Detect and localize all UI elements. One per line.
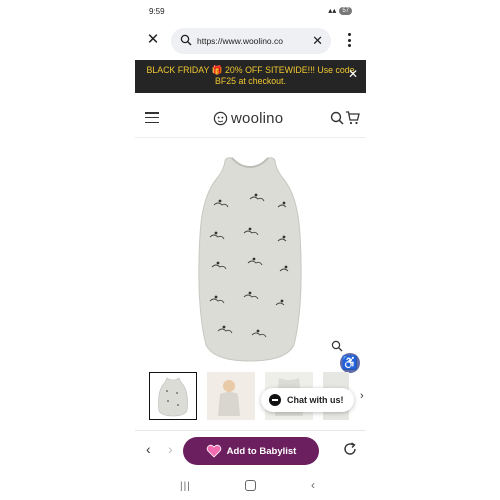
status-icons: ▴▴ 57 [328,6,352,15]
status-time: 9:59 [149,7,165,16]
chat-button[interactable]: Chat with us! [261,388,354,412]
babylist-label: Add to Babylist [226,445,297,457]
more-vert-icon[interactable] [348,33,352,47]
status-bar: 9:59 ▴▴ 57 [135,0,366,24]
url-text: https://www.woolino.co [197,36,283,46]
thumbnail-baby-image [207,372,255,420]
zoom-icon[interactable] [331,340,343,352]
browser-address-row: ✕ https://www.woolino.co ✕ [135,24,366,58]
thumbnail-2[interactable] [207,372,255,420]
recent-apps-icon[interactable]: ||| [180,481,191,492]
sheep-logo-icon [213,111,228,126]
cart-icon[interactable] [345,111,360,125]
home-icon[interactable] [245,480,256,491]
close-icon[interactable]: ✕ [348,68,358,80]
chevron-right-icon[interactable]: › [360,390,364,402]
thumbnail-sack-image [158,377,188,417]
site-logo[interactable]: woolino [213,110,283,127]
system-nav-bar: ||| ‹ [135,472,366,500]
address-bar[interactable]: https://www.woolino.co ✕ [171,28,331,54]
product-image-sleep-sack[interactable] [190,155,310,365]
close-tab-button[interactable]: ✕ [145,32,161,48]
chat-label: Chat with us! [287,395,344,405]
site-header: woolino [135,102,366,138]
logo-text: woolino [231,110,284,127]
thumbnail-strip: Chat with us! › [149,372,364,422]
back-arrow-icon[interactable]: ‹ [146,441,151,457]
promo-banner[interactable]: BLACK FRIDAY 🎁 20% OFF SITEWIDE!!! Use c… [135,60,366,93]
system-back-icon[interactable]: ‹ [311,478,315,492]
phone-screen: 9:59 ▴▴ 57 ✕ https://www.woolino.co ✕ BL… [135,0,366,500]
clear-url-button[interactable]: ✕ [312,33,323,49]
search-icon [180,34,192,46]
signal-icon: ▴▴ [328,6,337,15]
heart-icon [206,444,221,458]
thumbnail-1[interactable] [149,372,197,420]
hamburger-icon[interactable] [145,112,159,123]
promo-line-2: BF25 at checkout. [215,76,286,86]
add-to-babylist-button[interactable]: Add to Babylist [183,437,319,465]
battery-badge: 57 [339,6,352,15]
search-icon[interactable] [330,111,344,125]
browser-bottom-toolbar: ‹ › Add to Babylist [135,430,366,468]
forward-arrow-icon[interactable]: › [168,441,173,457]
reload-icon[interactable] [342,441,358,457]
chat-icon [269,394,281,406]
accessibility-icon[interactable]: ♿ [340,353,360,373]
promo-line-1: BLACK FRIDAY 🎁 20% OFF SITEWIDE!!! Use c… [146,65,355,75]
